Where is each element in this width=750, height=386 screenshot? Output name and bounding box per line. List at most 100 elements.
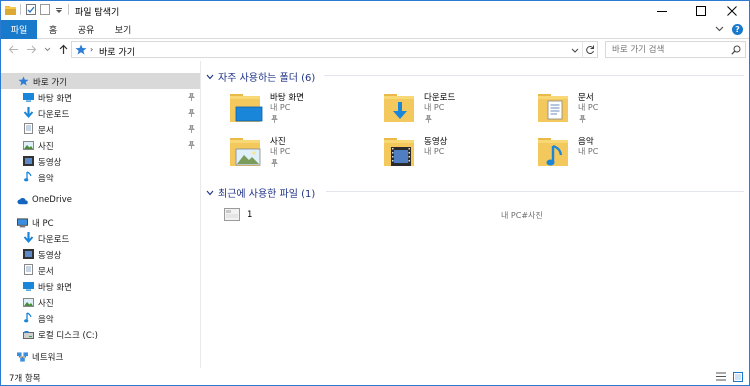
nav-pc-music[interactable]: 음악 bbox=[1, 310, 200, 326]
recent-locations-icon[interactable] bbox=[41, 43, 54, 56]
nav-this-pc[interactable]: 내 PC bbox=[1, 214, 200, 230]
pictures-icon bbox=[23, 297, 34, 308]
search-box[interactable] bbox=[605, 41, 746, 58]
collapse-chevron-icon[interactable] bbox=[206, 190, 214, 196]
tab-view[interactable]: 보기 bbox=[107, 20, 139, 39]
nav-item-music[interactable]: 음악 bbox=[1, 169, 200, 185]
ribbon: 파일 홈 공유 보기 ? bbox=[1, 20, 749, 39]
recent-file-path: 내 PC#사진 bbox=[501, 211, 543, 220]
nav-item-downloads[interactable]: 다운로드 bbox=[1, 105, 200, 121]
nav-network[interactable]: 네트워크 bbox=[1, 348, 200, 364]
desktop-folder-icon bbox=[230, 94, 263, 122]
group-divider bbox=[326, 191, 744, 192]
close-button[interactable] bbox=[715, 1, 749, 20]
quick-access-toolbar bbox=[5, 4, 70, 15]
content-pane: 자주 사용하는 폴더 (6) 바탕 화면 내 PC 다운로드 내 PC 문서 내… bbox=[202, 61, 749, 368]
music-icon bbox=[23, 171, 34, 182]
folder-tile-downloads[interactable]: 다운로드 내 PC bbox=[382, 90, 532, 128]
nav-pc-videos[interactable]: 동영상 bbox=[1, 246, 200, 262]
nav-pc-desktop[interactable]: 바탕 화면 bbox=[1, 278, 200, 294]
recent-file-row[interactable]: 1 내 PC#사진 bbox=[222, 207, 722, 223]
title-bar: 파일 탐색기 bbox=[1, 1, 749, 20]
details-view-icon[interactable] bbox=[715, 371, 726, 382]
nav-item-documents[interactable]: 문서 bbox=[1, 121, 200, 137]
address-bar[interactable]: › 바로 가기 bbox=[71, 41, 598, 58]
videos-icon bbox=[23, 155, 34, 166]
videos-icon bbox=[23, 248, 34, 259]
nav-item-videos[interactable]: 동영상 bbox=[1, 153, 200, 169]
nav-label: 내 PC bbox=[32, 219, 54, 229]
nav-item-desktop[interactable]: 바탕 화면 bbox=[1, 89, 200, 105]
download-folder-icon bbox=[384, 94, 414, 122]
address-row: › 바로 가기 bbox=[1, 39, 749, 61]
nav-pc-local-disk[interactable]: 로컬 디스크 (C:) bbox=[1, 326, 200, 342]
refresh-button[interactable] bbox=[582, 42, 597, 57]
pin-icon[interactable] bbox=[188, 124, 195, 136]
nav-label: 문서 bbox=[38, 267, 54, 277]
pin-icon[interactable] bbox=[188, 140, 195, 152]
nav-label: 로컬 디스크 (C:) bbox=[38, 331, 98, 341]
music-folder-icon bbox=[538, 138, 568, 166]
nav-label: 사진 bbox=[38, 142, 54, 152]
pin-icon[interactable] bbox=[188, 108, 195, 120]
nav-pc-pictures[interactable]: 사진 bbox=[1, 294, 200, 310]
download-icon bbox=[23, 232, 34, 243]
search-input[interactable] bbox=[612, 44, 722, 55]
tab-home[interactable]: 홈 bbox=[41, 20, 65, 39]
image-file-icon bbox=[224, 208, 240, 224]
tab-share[interactable]: 공유 bbox=[69, 20, 103, 39]
documents-icon bbox=[23, 123, 34, 134]
network-icon bbox=[17, 351, 28, 362]
up-button[interactable] bbox=[57, 43, 70, 56]
folder-app-icon bbox=[5, 4, 16, 15]
frequent-folders-header[interactable]: 자주 사용하는 폴더 (6) bbox=[206, 69, 315, 84]
navigation-pane: 바로 가기 바탕 화면 다운로드 문서 사진 동영상 음악 OneDrive 내… bbox=[1, 61, 201, 368]
breadcrumb-path[interactable]: 바로 가기 bbox=[99, 45, 135, 58]
nav-label: 다운로드 bbox=[38, 235, 70, 245]
nav-label: 사진 bbox=[38, 299, 54, 309]
folder-tile-videos[interactable]: 동영상 내 PC bbox=[382, 134, 532, 172]
properties-icon[interactable] bbox=[25, 4, 36, 15]
folder-tile-music[interactable]: 음악 내 PC bbox=[536, 134, 686, 172]
status-bar: 7개 항목 bbox=[1, 368, 749, 385]
customize-toolbar-icon[interactable] bbox=[53, 4, 64, 15]
forward-button[interactable] bbox=[25, 43, 38, 56]
nav-quick-access[interactable]: 바로 가기 bbox=[1, 73, 200, 89]
expand-ribbon-icon[interactable] bbox=[714, 23, 725, 34]
tab-file[interactable]: 파일 bbox=[1, 20, 37, 39]
nav-pc-documents[interactable]: 문서 bbox=[1, 262, 200, 278]
pin-icon[interactable] bbox=[425, 114, 432, 126]
pin-icon[interactable] bbox=[271, 158, 278, 170]
folder-tile-desktop[interactable]: 바탕 화면 내 PC bbox=[228, 90, 378, 128]
maximize-button[interactable] bbox=[684, 1, 718, 20]
folder-tile-documents[interactable]: 문서 내 PC bbox=[536, 90, 686, 128]
minimize-button[interactable] bbox=[645, 1, 679, 20]
pin-icon[interactable] bbox=[579, 114, 586, 126]
breadcrumb-chevron-icon[interactable]: › bbox=[90, 45, 93, 54]
nav-item-pictures[interactable]: 사진 bbox=[1, 137, 200, 153]
address-dropdown-icon[interactable] bbox=[570, 45, 580, 55]
large-icons-view-icon[interactable] bbox=[732, 371, 743, 382]
quick-access-star-icon bbox=[75, 44, 87, 58]
nav-label: 동영상 bbox=[38, 251, 62, 261]
back-button[interactable] bbox=[7, 43, 20, 56]
collapse-chevron-icon[interactable] bbox=[206, 74, 214, 80]
nav-onedrive[interactable]: OneDrive bbox=[1, 192, 200, 208]
folder-tile-pictures[interactable]: 사진 내 PC bbox=[228, 134, 378, 172]
pin-icon[interactable] bbox=[271, 114, 278, 126]
desktop-icon bbox=[23, 92, 34, 103]
help-icon[interactable]: ? bbox=[732, 24, 743, 35]
file-explorer-window: 파일 탐색기 파일 홈 공유 보기 ? › 바로 가기 바로 가기 검색 바로 … bbox=[0, 0, 750, 386]
folder-location: 내 PC bbox=[424, 147, 445, 156]
pin-icon[interactable] bbox=[188, 92, 195, 104]
quick-access-star-icon bbox=[18, 75, 29, 86]
folder-location: 내 PC bbox=[578, 147, 599, 156]
group-title: 자주 사용하는 폴더 (6) bbox=[218, 73, 316, 84]
nav-label: 바탕 화면 bbox=[38, 283, 72, 293]
nav-label: 네트워크 bbox=[32, 353, 64, 363]
search-icon[interactable] bbox=[731, 45, 741, 58]
new-folder-icon[interactable] bbox=[39, 4, 50, 15]
recent-files-header[interactable]: 최근에 사용한 파일 (1) bbox=[206, 185, 315, 200]
nav-pc-downloads[interactable]: 다운로드 bbox=[1, 230, 200, 246]
toolbar-separator bbox=[68, 4, 69, 15]
